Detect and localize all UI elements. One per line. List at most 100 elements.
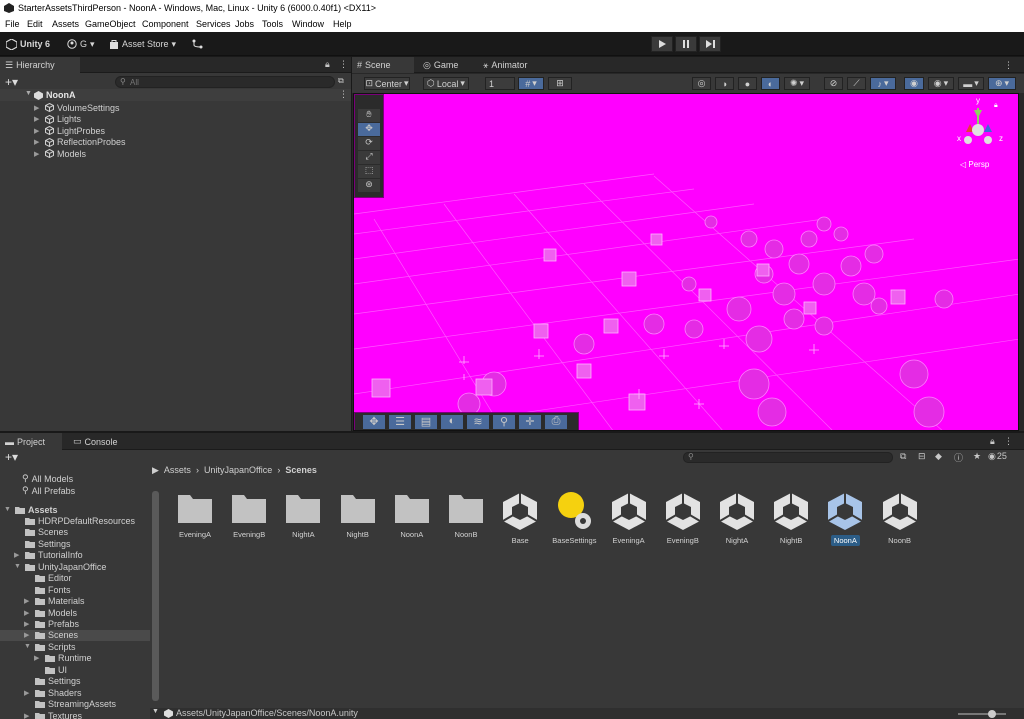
folder-asset[interactable]: EveningA: [168, 491, 222, 540]
transform-tool-button[interactable]: ⊛: [358, 179, 380, 192]
scene-asset[interactable]: NoonB: [873, 491, 927, 546]
folder-tree-item[interactable]: ▼ UnityJapanOffice: [14, 561, 106, 572]
scene-asset[interactable]: NightB: [764, 491, 818, 546]
hierarchy-item[interactable]: ▶ LightProbes: [34, 125, 105, 136]
folder-tree-item[interactable]: Fonts: [24, 584, 71, 595]
folder-tree-item[interactable]: Editor: [24, 573, 72, 584]
tag-icon[interactable]: ◆: [935, 451, 942, 462]
folder-asset[interactable]: EveningB: [222, 491, 276, 540]
folder-tree-item[interactable]: ▶ Scenes: [24, 630, 78, 641]
folder-tree-item[interactable]: HDRPDefaultResources: [14, 515, 135, 526]
expand-arrow-icon[interactable]: ▼: [14, 563, 22, 570]
play-button[interactable]: [651, 36, 673, 52]
tab-game[interactable]: ◎ Game: [418, 57, 463, 73]
menu-services[interactable]: Services: [196, 19, 231, 29]
hierarchy-search-input[interactable]: ⚲ All: [115, 76, 335, 88]
tree-scrollbar[interactable]: [152, 491, 159, 701]
expand-arrow-icon[interactable]: ▶: [14, 551, 22, 559]
camera-mode-label[interactable]: ◁ Persp: [960, 160, 989, 169]
folder-asset[interactable]: NoonA: [385, 491, 439, 540]
lighting-settings-asset[interactable]: BaseSettings: [547, 491, 601, 546]
kebab-menu-icon[interactable]: ⋮: [339, 59, 348, 70]
folder-tree-item[interactable]: ▼ Scripts: [24, 641, 76, 652]
project-search-input[interactable]: ⚲: [683, 452, 893, 463]
tab-scene[interactable]: # Scene: [352, 57, 414, 73]
menu-file[interactable]: File: [5, 19, 20, 29]
star-icon[interactable]: ★: [973, 451, 981, 462]
scene-asset[interactable]: EveningB: [656, 491, 710, 546]
scale-tool-button[interactable]: ⤢: [358, 151, 380, 164]
rotate-tool-button[interactable]: ⟳: [358, 137, 380, 150]
audio-toggle-dropdown[interactable]: ♪ ▾: [870, 77, 896, 90]
rect-tool-button[interactable]: ⬚: [358, 165, 380, 178]
scene-kebab-menu-icon[interactable]: ⋮: [1004, 60, 1013, 71]
folder-asset[interactable]: NightA: [276, 491, 330, 540]
lighting-toggle-button[interactable]: ⟋: [847, 77, 866, 90]
create-button[interactable]: +▾: [5, 75, 18, 89]
overlay-layers-button[interactable]: ≋: [467, 415, 489, 429]
folder-tree-item[interactable]: StreamingAssets: [24, 699, 116, 710]
tab-console[interactable]: ▭ Console: [68, 433, 123, 450]
draw-mode-shaded-wire-button[interactable]: ◑: [715, 77, 734, 90]
scene-visibility-dropdown[interactable]: ◉ ▾: [928, 77, 954, 90]
project-create-button[interactable]: +▾: [5, 450, 18, 464]
expand-arrow-icon[interactable]: ▶: [34, 115, 42, 123]
visibility-toggle-button[interactable]: ◉: [904, 77, 924, 90]
hand-tool-button[interactable]: ✋︎: [358, 109, 380, 122]
overlay-pivot-button[interactable]: ✛: [519, 415, 541, 429]
overlay-move-button[interactable]: ✥: [363, 415, 385, 429]
overlay-film-button[interactable]: ▤: [415, 415, 437, 429]
overlay-light-button[interactable]: ◐: [441, 415, 463, 429]
expand-arrow-icon[interactable]: ▶: [24, 712, 32, 719]
kebab-menu-icon[interactable]: ⋮: [1004, 436, 1013, 447]
slider-handle[interactable]: [988, 710, 996, 718]
folder-tree-item[interactable]: ▶ Shaders: [24, 687, 82, 698]
menu-gameobject[interactable]: GameObject: [85, 19, 136, 29]
folder-asset[interactable]: NightB: [331, 491, 385, 540]
folder-tree-item[interactable]: ▶ Runtime: [34, 653, 92, 664]
favorite-all-models[interactable]: ⚲ All Models: [22, 473, 73, 484]
pause-button[interactable]: [675, 36, 697, 52]
hierarchy-item[interactable]: ▶ ReflectionProbes: [34, 137, 126, 148]
menu-help[interactable]: Help: [333, 19, 352, 29]
folder-tree-item[interactable]: ▶ Prefabs: [24, 619, 79, 630]
expand-arrow-icon[interactable]: ▼: [24, 643, 32, 650]
expand-arrow-icon[interactable]: ▼: [4, 506, 12, 513]
scene-asset[interactable]: EveningA: [602, 491, 656, 546]
grid-visibility-dropdown[interactable]: # ▾: [518, 77, 544, 90]
search-by-type-icon[interactable]: ⧉: [900, 451, 906, 462]
folder-tree-item[interactable]: UI: [34, 664, 67, 675]
menu-window[interactable]: Window: [292, 19, 324, 29]
grid-snap-input[interactable]: 1: [485, 77, 515, 90]
breadcrumb-scenes[interactable]: Scenes: [285, 465, 317, 476]
lock-icon[interactable]: 🔒︎: [325, 59, 330, 70]
favorite-all-prefabs[interactable]: ⚲ All Prefabs: [22, 485, 75, 496]
folder-tree-item[interactable]: Scenes: [14, 527, 68, 538]
move-tool-button[interactable]: ✥: [358, 123, 380, 136]
hierarchy-item[interactable]: ▶ Lights: [34, 114, 81, 125]
draw-mode-shaded-button[interactable]: ●: [738, 77, 757, 90]
tab-hierarchy[interactable]: ☰ Hierarchy: [0, 57, 80, 73]
folder-tree-item[interactable]: Settings: [14, 538, 71, 549]
pivot-center-dropdown[interactable]: ⊡ Center ▾: [364, 77, 410, 90]
version-control-button[interactable]: [192, 37, 203, 51]
overlay-inspector-button[interactable]: ☰: [389, 415, 411, 429]
scene-kebab-icon[interactable]: ⋮: [339, 89, 348, 100]
snap-increment-dropdown[interactable]: ⊞: [548, 77, 572, 90]
expand-arrow-icon[interactable]: ▼: [25, 90, 32, 97]
hierarchy-item[interactable]: ▶ Models: [34, 148, 86, 159]
scene-viewport[interactable]: ✋︎ ✥ ⟳ ⤢ ⬚ ⊛ y x z 🔒︎ ◁ Persp ✥ ☰ ▤ ◐ ≋ …: [353, 93, 1019, 431]
folder-tree-item[interactable]: ▶ Materials: [24, 596, 85, 607]
menu-edit[interactable]: Edit: [27, 19, 43, 29]
hidden-count[interactable]: ◉ 25: [988, 451, 1007, 462]
camera-dropdown[interactable]: ▬ ▾: [958, 77, 984, 90]
breadcrumb-assets[interactable]: Assets: [164, 465, 191, 476]
lock-icon[interactable]: 🔒︎: [994, 102, 998, 110]
unity-account-button[interactable]: Unity 6: [6, 37, 50, 51]
menu-tools[interactable]: Tools: [262, 19, 283, 29]
expand-arrow-icon[interactable]: ▶: [24, 689, 32, 697]
scene-asset[interactable]: NightA: [710, 491, 764, 546]
expand-arrow-icon[interactable]: ▶: [34, 127, 42, 135]
gizmos-dropdown[interactable]: ⊕ ▾: [988, 77, 1016, 90]
expand-arrow-icon[interactable]: ▶: [34, 654, 42, 662]
